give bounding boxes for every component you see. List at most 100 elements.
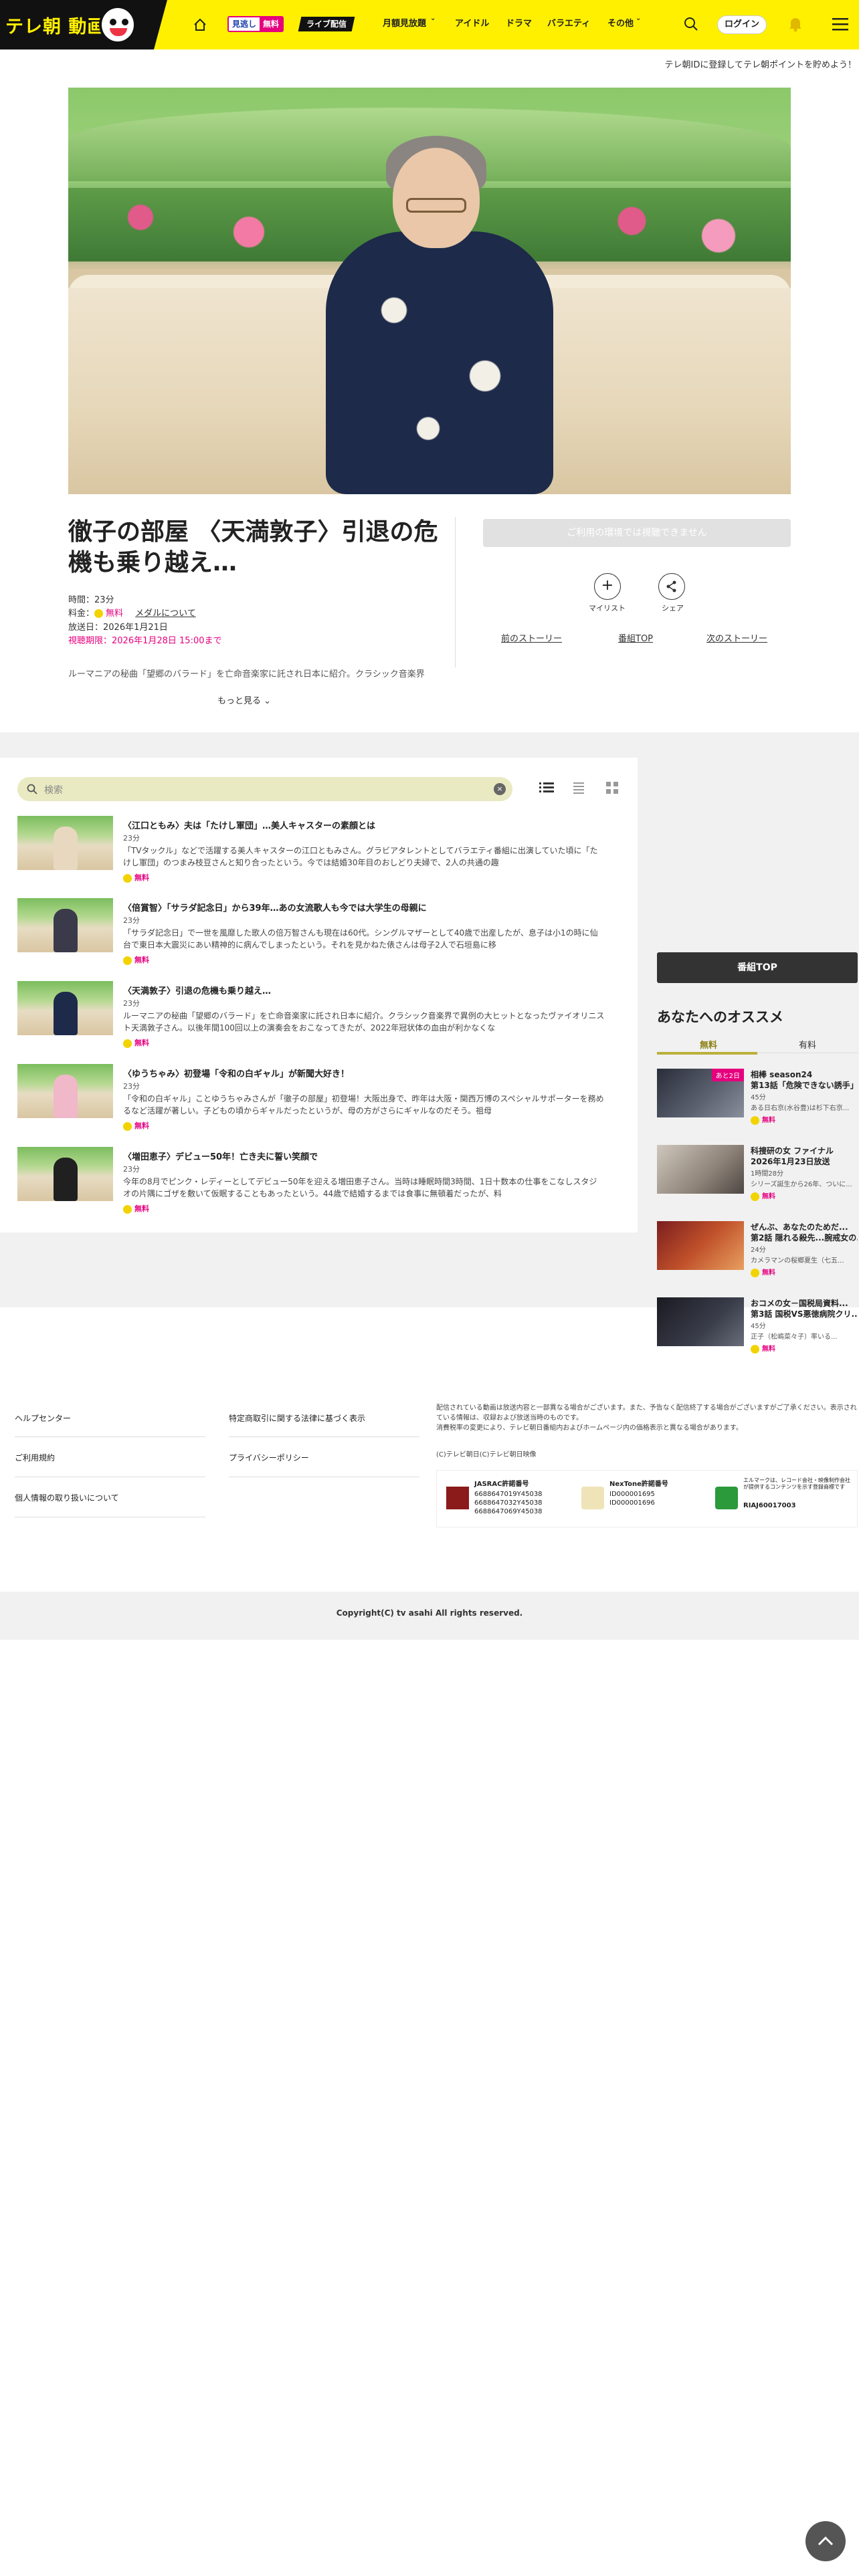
nextone-logo-icon — [581, 1487, 604, 1509]
jasrac-number: 6688647019Y45038 — [474, 1491, 543, 1498]
list-item[interactable]: 〈ゆうちゃみ〉初登場「令和の白ギャル」が新聞大好き！ 23分 「令和の白ギャル」… — [17, 1064, 619, 1138]
free-icon — [751, 1192, 759, 1201]
logo[interactable]: テレ朝 動画 — [0, 0, 167, 49]
item-duration: 45分 — [751, 1323, 766, 1330]
recommend-item[interactable]: あと2日 相棒 season24 第13話「危険できない誘手」 45分 ある日右… — [657, 1069, 858, 1136]
plus-icon[interactable]: + — [594, 573, 621, 600]
divider — [455, 517, 456, 667]
recommend-item[interactable]: おコメの女－国税局資料... 第3話 国税VS悪徳病院クリ... 45分 正子（… — [657, 1297, 858, 1364]
item-summary: ルーマニアの秘曲「望郷のバラード」を亡命音楽家に託され日本に紹介。クラシック音楽… — [123, 1011, 605, 1033]
tab-paid[interactable]: 有料 — [799, 1038, 816, 1051]
video-thumbnail[interactable] — [68, 88, 791, 494]
live-badge-label: ライブ配信 — [306, 19, 347, 29]
item-thumbnail: あと2日 — [657, 1069, 744, 1117]
list-item[interactable]: 〈天満敦子〉引退の危機も乗り越え… 23分 ルーマニアの秘曲「望郷のバラード」を… — [17, 981, 619, 1055]
item-free: 無料 — [123, 954, 149, 965]
nav-other[interactable]: その他 — [607, 16, 634, 29]
riaj-text: エルマークは、レコード会社・映像制作会社が提供するコンテンツを示す登録商標です — [743, 1477, 850, 1490]
days-left-badge: あと2日 — [711, 1069, 744, 1081]
next-story-link[interactable]: 次のストーリー — [706, 631, 767, 644]
item-free: 無料 — [751, 1267, 775, 1277]
more-button[interactable]: もっと見る ⌄ — [217, 693, 271, 706]
footer-divider — [229, 1436, 419, 1437]
mascot-icon — [99, 5, 136, 44]
item-title: おコメの女－国税局資料... — [751, 1299, 848, 1308]
item-duration: 23分 — [123, 1082, 140, 1091]
item-thumbnail — [657, 1145, 744, 1194]
item-summary: 正子（松嶋菜々子）率いる... — [751, 1333, 838, 1341]
item-summary: 今年の8月でピンク・レディーとしてデビュー50年を迎える増田恵子さん。当時は睡眠… — [123, 1177, 597, 1198]
jasrac-logo-icon — [446, 1487, 469, 1509]
recommend-item[interactable]: 科捜研の女 ファイナル 2026年1月23日放送 1時間28分 シリーズ誕生から… — [657, 1145, 858, 1212]
promo-banner-text[interactable]: テレ朝IDに登録してテレ朝ポイントを貯めよう！ — [665, 58, 856, 70]
item-title: 〈天満敦子〉引退の危機も乗り越え… — [123, 986, 272, 996]
medal-link[interactable]: メダルについて — [135, 609, 196, 619]
item-title: 科捜研の女 ファイナル — [751, 1146, 834, 1156]
item-free-label: 無料 — [762, 1193, 775, 1200]
nav-drama[interactable]: ドラマ — [506, 16, 532, 29]
menu-icon[interactable] — [832, 17, 848, 31]
free-icon — [751, 1268, 759, 1277]
list-item[interactable]: 〈倍賞智〉「サラダ記念日」から39年…あの女流歌人も今では大学生の母親に 23分… — [17, 898, 619, 972]
item-free-label: 無料 — [134, 1039, 149, 1047]
description: ルーマニアの秘曲「望郷のバラード」を亡命音楽家に託され日本に紹介。クラシック音楽… — [68, 669, 425, 679]
share-icon[interactable] — [658, 573, 685, 600]
nav-variety[interactable]: バラエティ — [547, 16, 590, 29]
item-title: ぜんぶ、あなたのためだ... — [751, 1222, 848, 1232]
live-badge[interactable]: ライブ配信 — [298, 17, 355, 31]
footer-link-privacy-policy[interactable]: プライバシーポリシー — [229, 1452, 309, 1463]
recommend-item[interactable]: ぜんぶ、あなたのためだ... 第2話 隠れる殺先...腕戒女の... 24分 カ… — [657, 1221, 858, 1288]
item-thumbnail — [17, 816, 113, 870]
item-thumbnail — [17, 981, 113, 1035]
item-free-label: 無料 — [134, 873, 149, 882]
nav-monthly[interactable]: 月額見放題 — [383, 16, 426, 29]
list-item[interactable]: 〈増田恵子〉デビュー50年！亡き夫に誓い笑顔で 23分 今年の8月でピンク・レデ… — [17, 1147, 619, 1220]
free-badge-label: 無料 — [260, 17, 283, 31]
free-icon — [751, 1344, 759, 1354]
free-icon — [123, 1121, 132, 1131]
footer-link-help[interactable]: ヘルプセンター — [15, 1412, 71, 1424]
item-thumbnail — [17, 898, 113, 952]
detail-view-icon[interactable] — [571, 781, 586, 794]
chevron-up-icon — [818, 2536, 834, 2546]
l-mark-logo-icon — [715, 1487, 738, 1509]
tab-free[interactable]: 無料 — [700, 1038, 717, 1051]
free-badge[interactable]: 見逃し 無料 — [227, 16, 284, 32]
footer-link-commerce-law[interactable]: 特定商取引に関する法律に基づく表示 — [229, 1412, 365, 1424]
viewing-deadline: 視聴期限：2026年1月28日 15:00まで — [68, 636, 222, 646]
item-duration: 23分 — [123, 834, 140, 843]
footer-link-privacy-handling[interactable]: 個人情報の取り扱いについて — [15, 1492, 119, 1503]
prev-story-link[interactable]: 前のストーリー — [501, 631, 562, 644]
item-summary: シリーズ誕生から26年、ついに... — [751, 1181, 852, 1188]
jasrac-number: 6688647032Y45038 — [474, 1499, 543, 1507]
item-summary: 「サラダ記念日」で一世を風靡した歌人の倍万智さんも現在は60代。シングルマザーと… — [123, 928, 598, 950]
close-icon[interactable]: × — [494, 783, 506, 795]
item-free: 無料 — [751, 1343, 775, 1354]
program-top-link[interactable]: 番組TOP — [618, 631, 653, 644]
bell-icon[interactable] — [788, 16, 803, 32]
login-button[interactable]: ログイン — [717, 15, 767, 34]
license-box: JASRAC許諾番号 6688647019Y45038 6688647032Y4… — [436, 1470, 858, 1527]
jasrac-number: 6688647069Y45038 — [474, 1508, 543, 1515]
free-icon — [123, 1204, 132, 1214]
mylist-label: マイリスト — [589, 604, 626, 613]
list-view-icon[interactable] — [539, 781, 554, 794]
nextone-number: ID000001696 — [609, 1499, 655, 1507]
footer-link-terms[interactable]: ご利用規約 — [15, 1452, 55, 1463]
list-item[interactable]: 〈江口ともみ〉夫は「たけし軍団」…美人キャスターの素顔とは 23分 「TVタック… — [17, 816, 619, 889]
jasrac-title: JASRAC許諾番号 — [474, 1481, 529, 1488]
search-input[interactable]: 検索 × — [17, 777, 512, 801]
item-title: 〈ゆうちゃみ〉初登場「令和の白ギャル」が新聞大好き！ — [123, 1069, 350, 1079]
program-top-button[interactable]: 番組TOP — [657, 952, 858, 983]
page-title: 徹子の部屋 〈天満敦子〉引退の危機も乗り越え… — [68, 518, 438, 576]
item-summary: 「TVタックル」などで活躍する美人キャスターの江口ともみさん。グラビアタレントと… — [123, 846, 598, 867]
page-top-button[interactable] — [805, 2521, 846, 2561]
nav-idol[interactable]: アイドル — [455, 16, 489, 29]
free-icon — [123, 873, 132, 883]
item-title: 〈増田恵子〉デビュー50年！亡き夫に誓い笑顔で — [123, 1152, 318, 1162]
item-title: 相棒 season24 — [751, 1070, 813, 1079]
search-icon[interactable] — [684, 17, 698, 31]
item-duration: 45分 — [751, 1094, 766, 1101]
grid-view-icon[interactable] — [605, 781, 619, 794]
home-icon[interactable] — [193, 17, 207, 32]
